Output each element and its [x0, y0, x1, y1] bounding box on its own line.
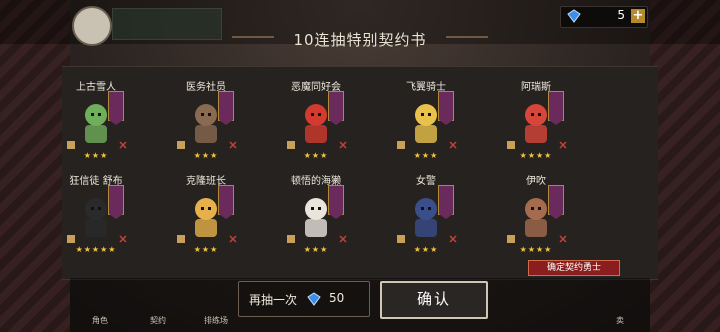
add-currency-button[interactable]: + — [631, 9, 645, 23]
hero-name: 阿瑞斯 — [521, 82, 551, 93]
draw-again-cost: 50 — [329, 291, 345, 305]
hero-portrait — [85, 104, 107, 143]
class-icon — [229, 235, 237, 243]
class-icon — [449, 141, 457, 149]
scroll-icon — [67, 141, 75, 149]
hero-card[interactable]: 医务社员 ★★★ — [151, 65, 261, 161]
star-rating: ★★★★★ — [75, 245, 117, 254]
nav-heroes[interactable]: 角色 — [80, 290, 120, 326]
class-icon — [449, 235, 457, 243]
class-icon — [559, 235, 567, 243]
scroll-icon — [177, 141, 185, 149]
star-rating: ★★★ — [193, 245, 219, 254]
nav-contract[interactable]: 契约 — [138, 290, 178, 326]
nav-label: 卖 — [616, 316, 624, 325]
hero-name: 克隆班长 — [186, 176, 226, 187]
hero-name: 狂信徒 舒布 — [69, 176, 123, 187]
draw-again-label: 再抽一次 — [249, 293, 298, 307]
scroll-icon — [507, 141, 515, 149]
hero-portrait — [525, 104, 547, 143]
hero-name: 伊吹 — [526, 176, 546, 187]
nav-label: 角色 — [92, 316, 108, 325]
star-rating: ★★★ — [413, 245, 439, 254]
class-icon — [119, 141, 127, 149]
hero-portrait — [195, 198, 217, 237]
hero-portrait — [85, 198, 107, 237]
hero-card[interactable]: 飞翼骑士 ★★★ — [371, 65, 481, 161]
hero-name: 顿悟的海獭 — [291, 176, 341, 187]
page-title: 10连抽特别契约书 — [293, 31, 427, 49]
nav-training[interactable]: 排练场 — [196, 290, 236, 326]
hero-card[interactable]: 女警 ★★★ — [371, 159, 481, 255]
scroll-icon — [287, 235, 295, 243]
scroll-icon — [397, 141, 405, 149]
hero-portrait — [415, 104, 437, 143]
class-icon — [339, 235, 347, 243]
hero-name: 恶魔同好会 — [291, 82, 341, 93]
nav-shop[interactable]: 卖 — [600, 290, 640, 326]
hero-portrait — [305, 198, 327, 237]
hero-name: 上古雪人 — [76, 82, 116, 93]
hero-name: 医务社员 — [186, 82, 226, 93]
scroll-icon — [507, 235, 515, 243]
nav-label: 契约 — [150, 316, 166, 325]
star-rating: ★★★ — [303, 245, 329, 254]
scroll-icon — [287, 141, 295, 149]
currency-count: 5 — [617, 8, 625, 22]
hero-portrait — [195, 104, 217, 143]
hero-card[interactable]: 恶魔同好会 ★★★ — [261, 65, 371, 161]
hero-name: 飞翼骑士 — [406, 82, 446, 93]
hero-card[interactable]: 阿瑞斯 ★★★★ — [481, 65, 591, 161]
draw-again-button[interactable]: 再抽一次 50 — [238, 281, 370, 317]
nav-label: 排练场 — [204, 316, 228, 325]
currency-box: 5 + — [560, 6, 648, 28]
hero-card[interactable]: 顿悟的海獭 ★★★ — [261, 159, 371, 255]
hero-name: 女警 — [416, 176, 436, 187]
scroll-icon — [67, 235, 75, 243]
title-decoration-right — [446, 36, 488, 38]
hero-portrait — [525, 198, 547, 237]
hero-portrait — [415, 198, 437, 237]
scroll-icon — [177, 235, 185, 243]
gem-icon — [567, 9, 581, 23]
confirmed-hero-badge: 确定契约勇士 — [528, 260, 620, 276]
class-icon — [339, 141, 347, 149]
hero-card[interactable]: 克隆班长 ★★★ — [151, 159, 261, 255]
hero-card[interactable]: 狂信徒 舒布 ★★★★★ — [41, 159, 151, 255]
scroll-icon — [397, 235, 405, 243]
hero-card[interactable]: 伊吹 ★★★★ — [481, 159, 591, 255]
class-icon — [119, 235, 127, 243]
hero-portrait — [305, 104, 327, 143]
gem-icon — [307, 292, 321, 306]
hero-card[interactable]: 上古雪人 ★★★ — [41, 65, 151, 161]
confirm-button[interactable]: 确认 — [380, 281, 488, 319]
star-rating: ★★★★ — [519, 245, 553, 254]
class-icon — [559, 141, 567, 149]
class-icon — [229, 141, 237, 149]
